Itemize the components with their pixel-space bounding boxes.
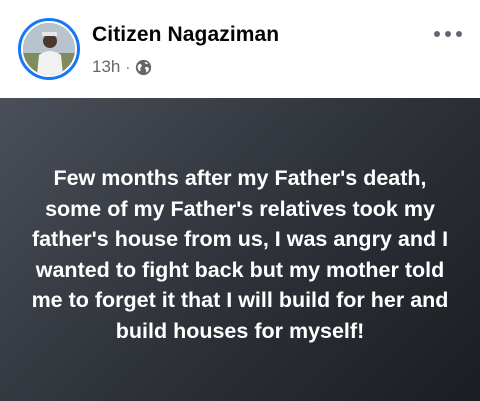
avatar — [23, 23, 75, 75]
more-horizontal-icon — [456, 31, 462, 37]
author-name[interactable]: Citizen Nagaziman — [92, 23, 279, 47]
meta-separator: · — [125, 58, 131, 76]
globe-icon[interactable] — [135, 59, 152, 76]
avatar-photo — [23, 23, 75, 75]
post-header: Citizen Nagaziman 13h · — [0, 0, 480, 98]
post-background-card: Few months after my Father's death, some… — [0, 98, 480, 401]
profile-avatar-button[interactable] — [18, 18, 80, 80]
post-timestamp[interactable]: 13h — [92, 57, 120, 77]
more-options-button[interactable] — [430, 24, 466, 44]
more-horizontal-icon — [434, 31, 440, 37]
post-meta: 13h · — [92, 57, 152, 77]
more-horizontal-icon — [445, 31, 451, 37]
post-text: Few months after my Father's death, some… — [31, 166, 449, 343]
